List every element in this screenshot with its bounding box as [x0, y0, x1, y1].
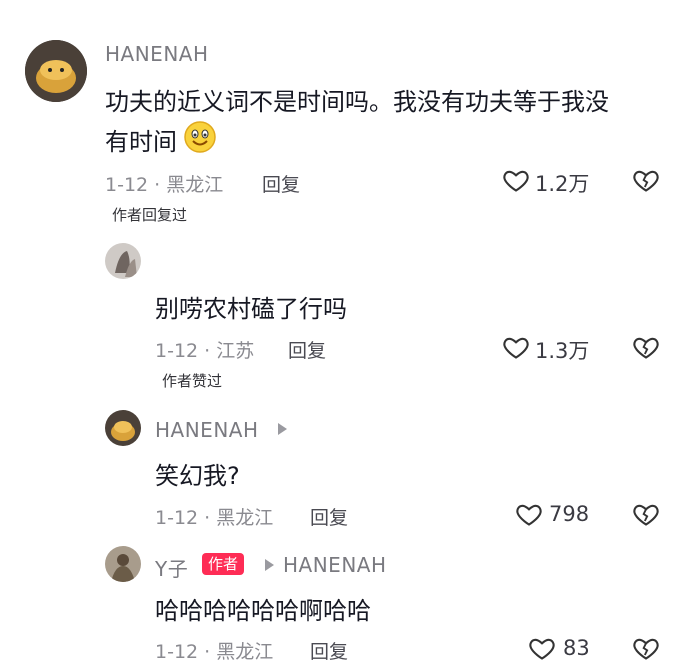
comment-2-dislike-icon[interactable]: [632, 333, 660, 361]
comment-1-author-replied: 作者回复过: [112, 206, 188, 224]
comment-3-text: 笑幻我?: [155, 462, 240, 490]
comment-1-like-icon[interactable]: [502, 166, 530, 194]
comment-1-dislike-icon[interactable]: [632, 166, 660, 194]
comment-4-dislike-icon[interactable]: [632, 634, 660, 662]
comment-2-reply-button[interactable]: 回复: [288, 336, 326, 363]
comment-3-like-count: 798: [549, 502, 590, 526]
comment-1-like-count: 1.2万: [535, 172, 590, 196]
avatar-reply-1[interactable]: [105, 243, 141, 279]
comment-2-date-region: 1-12 · 江苏: [155, 340, 255, 362]
comment-4-reply-to[interactable]: HANENAH: [283, 553, 387, 577]
comment-1-username[interactable]: HANENAH: [105, 42, 209, 66]
avatar-hanenah-small[interactable]: [105, 410, 141, 446]
comment-4-reply-button[interactable]: 回复: [310, 637, 348, 664]
comment-4-text: 哈哈哈哈哈哈啊哈哈: [155, 597, 371, 625]
comment-2-author-liked: 作者赞过: [162, 372, 223, 390]
comment-3-dislike-icon[interactable]: [632, 500, 660, 528]
comment-1-text-line1: 功夫的近义词不是时间吗。我没有功夫等于我没: [105, 88, 609, 116]
comment-3-username[interactable]: HANENAH: [155, 418, 259, 442]
reply-arrow-icon: [263, 558, 275, 572]
comment-4-date-region: 1-12 · 黑龙江: [155, 641, 274, 663]
avatar-hanenah[interactable]: [25, 40, 87, 102]
comment-1-date-region: 1-12 · 黑龙江: [105, 174, 224, 196]
author-badge: 作者: [202, 553, 245, 575]
comment-4-username[interactable]: Y子: [155, 553, 188, 582]
comment-2-text: 别唠农村磕了行吗: [155, 295, 347, 323]
comment-2-like-icon[interactable]: [502, 333, 530, 361]
comment-4-like-count: 83: [563, 636, 590, 660]
smiley-emoji-icon: [183, 120, 217, 154]
comment-1-text-line2: 有时间: [105, 128, 177, 156]
comment-1-reply-button[interactable]: 回复: [262, 170, 300, 197]
comment-3-like-icon[interactable]: [515, 500, 543, 528]
reply-arrow-icon: [276, 422, 288, 436]
comment-2-like-count: 1.3万: [535, 339, 590, 363]
comment-4-like-icon[interactable]: [528, 634, 556, 662]
comment-3-date-region: 1-12 · 黑龙江: [155, 507, 274, 529]
avatar-y-zi[interactable]: [105, 546, 141, 582]
comment-3-reply-button[interactable]: 回复: [310, 503, 348, 530]
